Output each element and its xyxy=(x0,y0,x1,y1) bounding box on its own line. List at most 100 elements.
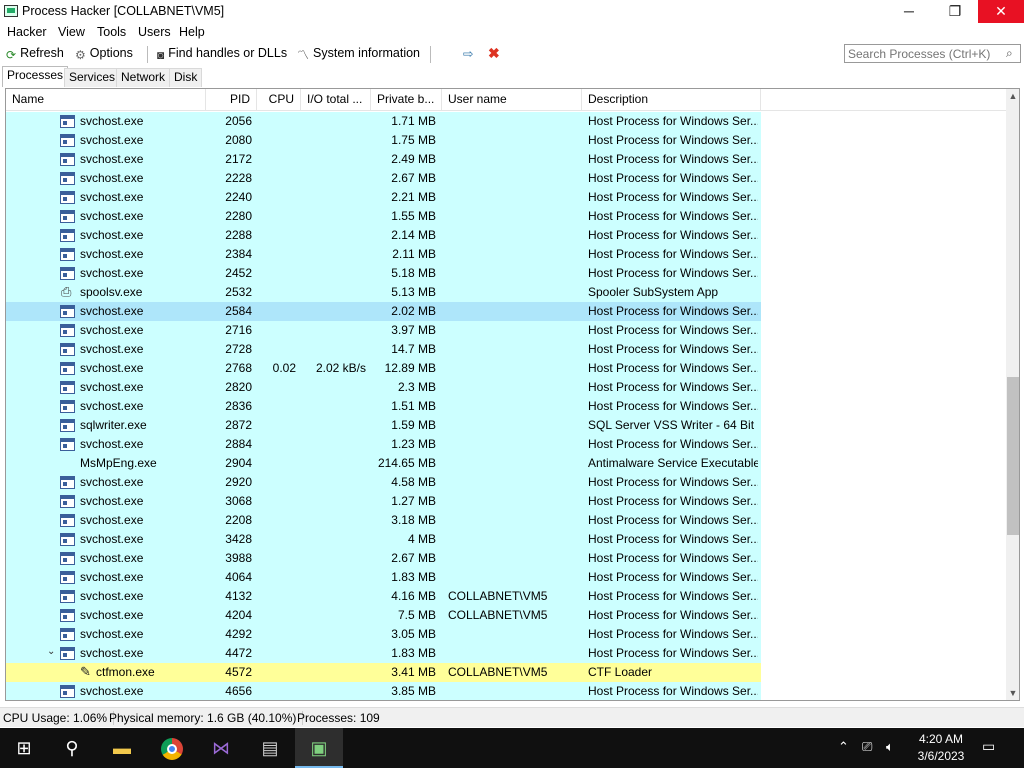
column-private-bytes[interactable]: Private b... xyxy=(371,89,442,111)
process-private-bytes: 12.89 MB xyxy=(384,361,436,375)
tab-processes[interactable]: Processes xyxy=(2,66,69,87)
menu-users[interactable]: Users xyxy=(138,25,171,39)
table-row[interactable]: svchost.exe 2820 2.3 MB Host Process for Wi… xyxy=(6,378,761,397)
table-row[interactable]: svchost.exe 3988 2.67 MB Host Process for W… xyxy=(6,549,761,568)
process-description: Host Process for Windows Ser... xyxy=(588,171,758,185)
scroll-thumb[interactable] xyxy=(1007,377,1019,535)
table-row[interactable]: svchost.exe 4204 7.5 MB COLLABNET\VM5 Host P… xyxy=(6,606,761,625)
table-row[interactable]: svchost.exe 4292 3.05 MB Host Process for W… xyxy=(6,625,761,644)
window-icon xyxy=(60,381,75,394)
menu-hacker[interactable]: Hacker xyxy=(7,25,47,39)
column-name[interactable]: Name xyxy=(6,89,206,111)
process-name: svchost.exe xyxy=(80,228,144,242)
scroll-up-icon[interactable]: ▲ xyxy=(1006,89,1019,103)
search-icon[interactable]: ⚲ xyxy=(48,728,96,768)
table-row[interactable]: svchost.exe 2384 2.11 MB Host Process for W… xyxy=(6,245,761,264)
tab-services[interactable]: Services xyxy=(64,68,121,87)
process-user: COLLABNET\VM5 xyxy=(448,608,548,622)
table-row[interactable]: svchost.exe 2080 1.75 MB Host Process for W… xyxy=(6,131,761,150)
find-handles-button[interactable]: ◙ Find handles or DLLs xyxy=(157,46,287,63)
volume-icon[interactable]: 🔈︎ xyxy=(886,739,894,755)
process-name: svchost.exe xyxy=(80,152,144,166)
table-row[interactable]: ⌄ svchost.exe 4472 1.83 MB Host Process for … xyxy=(6,644,761,663)
table-row[interactable]: svchost.exe 2288 2.14 MB Host Process for W… xyxy=(6,226,761,245)
table-row[interactable]: MsMpEng.exe 2904 214.65 MB Antimalware Serv… xyxy=(6,454,761,473)
chevron-down-icon[interactable]: ⌄ xyxy=(47,646,55,657)
column-user-name[interactable]: User name xyxy=(442,89,582,111)
menu-view[interactable]: View xyxy=(58,25,85,39)
table-row[interactable]: svchost.exe 2728 14.7 MB Host Process for W… xyxy=(6,340,761,359)
restore-button[interactable]: ❐ xyxy=(932,0,978,23)
search-icon[interactable]: ⌕ xyxy=(1006,46,1020,60)
process-user xyxy=(448,682,578,700)
process-cpu xyxy=(258,169,296,188)
table-row[interactable]: svchost.exe 2228 2.67 MB Host Process for W… xyxy=(6,169,761,188)
window-icon xyxy=(60,419,75,432)
terminate-icon[interactable]: ✖ xyxy=(488,45,500,62)
window-icon xyxy=(60,172,75,185)
table-row[interactable]: sqlwriter.exe 2872 1.59 MB SQL Server VSS W… xyxy=(6,416,761,435)
table-row[interactable]: svchost.exe 2884 1.23 MB Host Process for W… xyxy=(6,435,761,454)
process-private-bytes: 3.41 MB xyxy=(391,665,436,679)
table-row[interactable]: ⎙ spoolsv.exe 2532 5.13 MB Spooler SubSystem… xyxy=(6,283,761,302)
table-row[interactable]: svchost.exe 2716 3.97 MB Host Process for W… xyxy=(6,321,761,340)
tab-disk[interactable]: Disk xyxy=(169,68,203,87)
table-row[interactable]: svchost.exe 4132 4.16 MB COLLABNET\VM5 Host … xyxy=(6,587,761,606)
find-window-icon[interactable]: ⇨ xyxy=(463,46,473,63)
process-cpu xyxy=(258,511,296,530)
table-row[interactable]: svchost.exe 3068 1.27 MB Host Process for W… xyxy=(6,492,761,511)
table-row[interactable]: svchost.exe 2584 2.02 MB Host Process for W… xyxy=(6,302,761,321)
network-icon[interactable]: ⎚ xyxy=(862,739,872,755)
process-private-bytes: 2.14 MB xyxy=(391,228,436,242)
clock[interactable]: 4:20 AM 3/6/2023 xyxy=(906,731,976,765)
column-description[interactable]: Description xyxy=(582,89,761,111)
windows-start-icon[interactable]: ⊞ xyxy=(0,728,48,768)
column-cpu[interactable]: CPU xyxy=(257,89,301,111)
table-row[interactable]: svchost.exe 2172 2.49 MB Host Process for W… xyxy=(6,150,761,169)
title-bar[interactable]: Process Hacker [COLLABNET\VM5] ─ ❐ ✕ xyxy=(0,0,1024,23)
process-name: svchost.exe xyxy=(80,380,144,394)
table-row[interactable]: svchost.exe 3428 4 MB Host Process for Wind… xyxy=(6,530,761,549)
close-button[interactable]: ✕ xyxy=(978,0,1024,23)
column-io-total[interactable]: I/O total ... xyxy=(301,89,371,111)
refresh-button[interactable]: ⟳ Refresh xyxy=(6,46,64,63)
menu-help[interactable]: Help xyxy=(179,25,205,39)
process-description: Host Process for Windows Ser... xyxy=(588,209,758,223)
window-icon xyxy=(60,590,75,603)
process-private-bytes: 2.3 MB xyxy=(397,380,436,394)
process-pid: 2532 xyxy=(225,285,252,299)
minimize-button[interactable]: ─ xyxy=(886,0,932,23)
table-row[interactable]: svchost.exe 2056 1.71 MB Host Process for W… xyxy=(6,112,761,131)
table-row[interactable]: ✎ ctfmon.exe 4572 3.41 MB COLLABNET\VM5 CTF L… xyxy=(6,663,761,682)
table-row[interactable]: svchost.exe 2280 1.55 MB Host Process for W… xyxy=(6,207,761,226)
process-tree[interactable]: Name PID CPU I/O total ... Private b... … xyxy=(5,88,1020,701)
table-row[interactable]: svchost.exe 2452 5.18 MB Host Process for W… xyxy=(6,264,761,283)
process-hacker-icon[interactable]: ▣ xyxy=(295,728,343,768)
table-row[interactable]: svchost.exe 2768 0.02 2.02 kB/s 12.89 MB Host… xyxy=(6,359,761,378)
find-handles-label: Find handles or DLLs xyxy=(168,46,288,60)
table-row[interactable]: svchost.exe 2240 2.21 MB Host Process for W… xyxy=(6,188,761,207)
network-app-icon[interactable]: ▤ xyxy=(246,728,294,768)
table-row[interactable]: svchost.exe 4656 3.85 MB Host Process for W… xyxy=(6,682,761,700)
window-icon xyxy=(60,552,75,565)
tab-network[interactable]: Network xyxy=(116,68,171,87)
menu-tools[interactable]: Tools xyxy=(97,25,126,39)
file-explorer-icon[interactable]: ▬ xyxy=(98,728,146,768)
table-row[interactable]: svchost.exe 4064 1.83 MB Host Process for W… xyxy=(6,568,761,587)
vertical-scrollbar[interactable]: ▲ ▼ xyxy=(1006,89,1019,700)
process-user xyxy=(448,568,578,587)
chevron-up-icon[interactable]: ⌃ xyxy=(838,739,849,755)
notification-icon[interactable]: ▭ xyxy=(982,738,1002,756)
table-row[interactable]: svchost.exe 2208 3.18 MB Host Process for W… xyxy=(6,511,761,530)
column-pid[interactable]: PID xyxy=(206,89,257,111)
search-input[interactable] xyxy=(844,44,1021,63)
process-name: ctfmon.exe xyxy=(96,665,155,679)
chrome-icon[interactable] xyxy=(148,728,196,768)
table-row[interactable]: svchost.exe 2836 1.51 MB Host Process for W… xyxy=(6,397,761,416)
options-button[interactable]: ⚙ Options xyxy=(75,46,133,63)
process-cpu xyxy=(258,644,296,663)
scroll-down-icon[interactable]: ▼ xyxy=(1006,686,1019,700)
system-info-button[interactable]: 〽 System information xyxy=(297,46,420,63)
table-row[interactable]: svchost.exe 2920 4.58 MB Host Process for W… xyxy=(6,473,761,492)
visual-studio-icon[interactable]: ⋈ xyxy=(197,728,245,768)
